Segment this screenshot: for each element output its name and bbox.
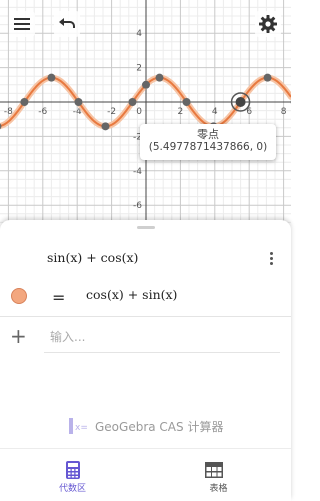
add-icon[interactable]: + (10, 324, 27, 348)
gear-icon (258, 14, 278, 34)
special-point (101, 122, 109, 130)
undo-button[interactable] (54, 11, 80, 37)
bottom-navigation: 代数区 表格 (0, 448, 291, 501)
table-icon (205, 462, 223, 478)
special-point (183, 98, 191, 106)
y-tick-label: 4 (136, 29, 142, 39)
tab-algebra[interactable]: 代数区 (0, 449, 145, 501)
x-tick-label: -6 (38, 107, 47, 117)
settings-button[interactable] (255, 11, 281, 37)
point-tooltip: 零点 (5.4977871437866, 0) (140, 124, 276, 160)
x-tick-label: -2 (107, 107, 116, 117)
calculator-icon (65, 461, 81, 479)
graph-canvas[interactable]: -8-6-4-2246842-2-4-60 (0, 0, 291, 226)
visibility-toggle-dot[interactable] (11, 288, 27, 304)
special-point (74, 98, 82, 106)
special-point (128, 98, 136, 106)
y-tick-label: 2 (136, 64, 142, 74)
menu-button[interactable] (9, 11, 35, 37)
cas-logo-icon: x= (69, 416, 91, 436)
input-expression[interactable]: sin(x) + cos(x) (47, 250, 138, 265)
more-options-icon[interactable] (262, 250, 280, 270)
x-tick-label: 8 (281, 107, 287, 117)
y-tick-label: -6 (133, 201, 142, 211)
svg-text:x=: x= (75, 423, 88, 433)
tab-table[interactable]: 表格 (146, 449, 291, 501)
input-placeholder: 输入... (50, 328, 85, 345)
new-input-field[interactable]: 输入... (44, 318, 280, 353)
special-point (20, 98, 28, 106)
special-point (142, 81, 150, 89)
special-point (156, 74, 164, 82)
tab-table-label: 表格 (146, 481, 291, 494)
tab-algebra-label: 代数区 (0, 481, 145, 494)
x-tick-label: 2 (178, 107, 184, 117)
drag-handle[interactable] (137, 226, 155, 229)
tooltip-title: 零点 (140, 128, 276, 141)
y-tick-label: -4 (133, 167, 142, 177)
special-point (47, 74, 55, 82)
output-expression: cos(x) + sin(x) (86, 287, 177, 302)
graphics-view[interactable]: -8-6-4-2246842-2-4-60 (0, 0, 291, 226)
algebra-item[interactable]: sin(x) + cos(x) = cos(x) + sin(x) (0, 238, 291, 317)
brand-text: GeoGebra CAS 计算器 (95, 418, 223, 435)
special-point (264, 74, 272, 82)
tooltip-coordinates: (5.4977871437866, 0) (140, 141, 276, 154)
menu-icon (13, 17, 31, 31)
x-tick-label: 4 (212, 107, 218, 117)
equals-symbol: = (52, 288, 65, 307)
origin-label: 0 (136, 107, 142, 117)
selected-point (236, 97, 246, 107)
tick-labels: -8-6-4-2246842-2-4-60 (4, 29, 287, 211)
undo-icon (57, 16, 77, 32)
app-brand: x= GeoGebra CAS 计算器 (69, 416, 223, 436)
